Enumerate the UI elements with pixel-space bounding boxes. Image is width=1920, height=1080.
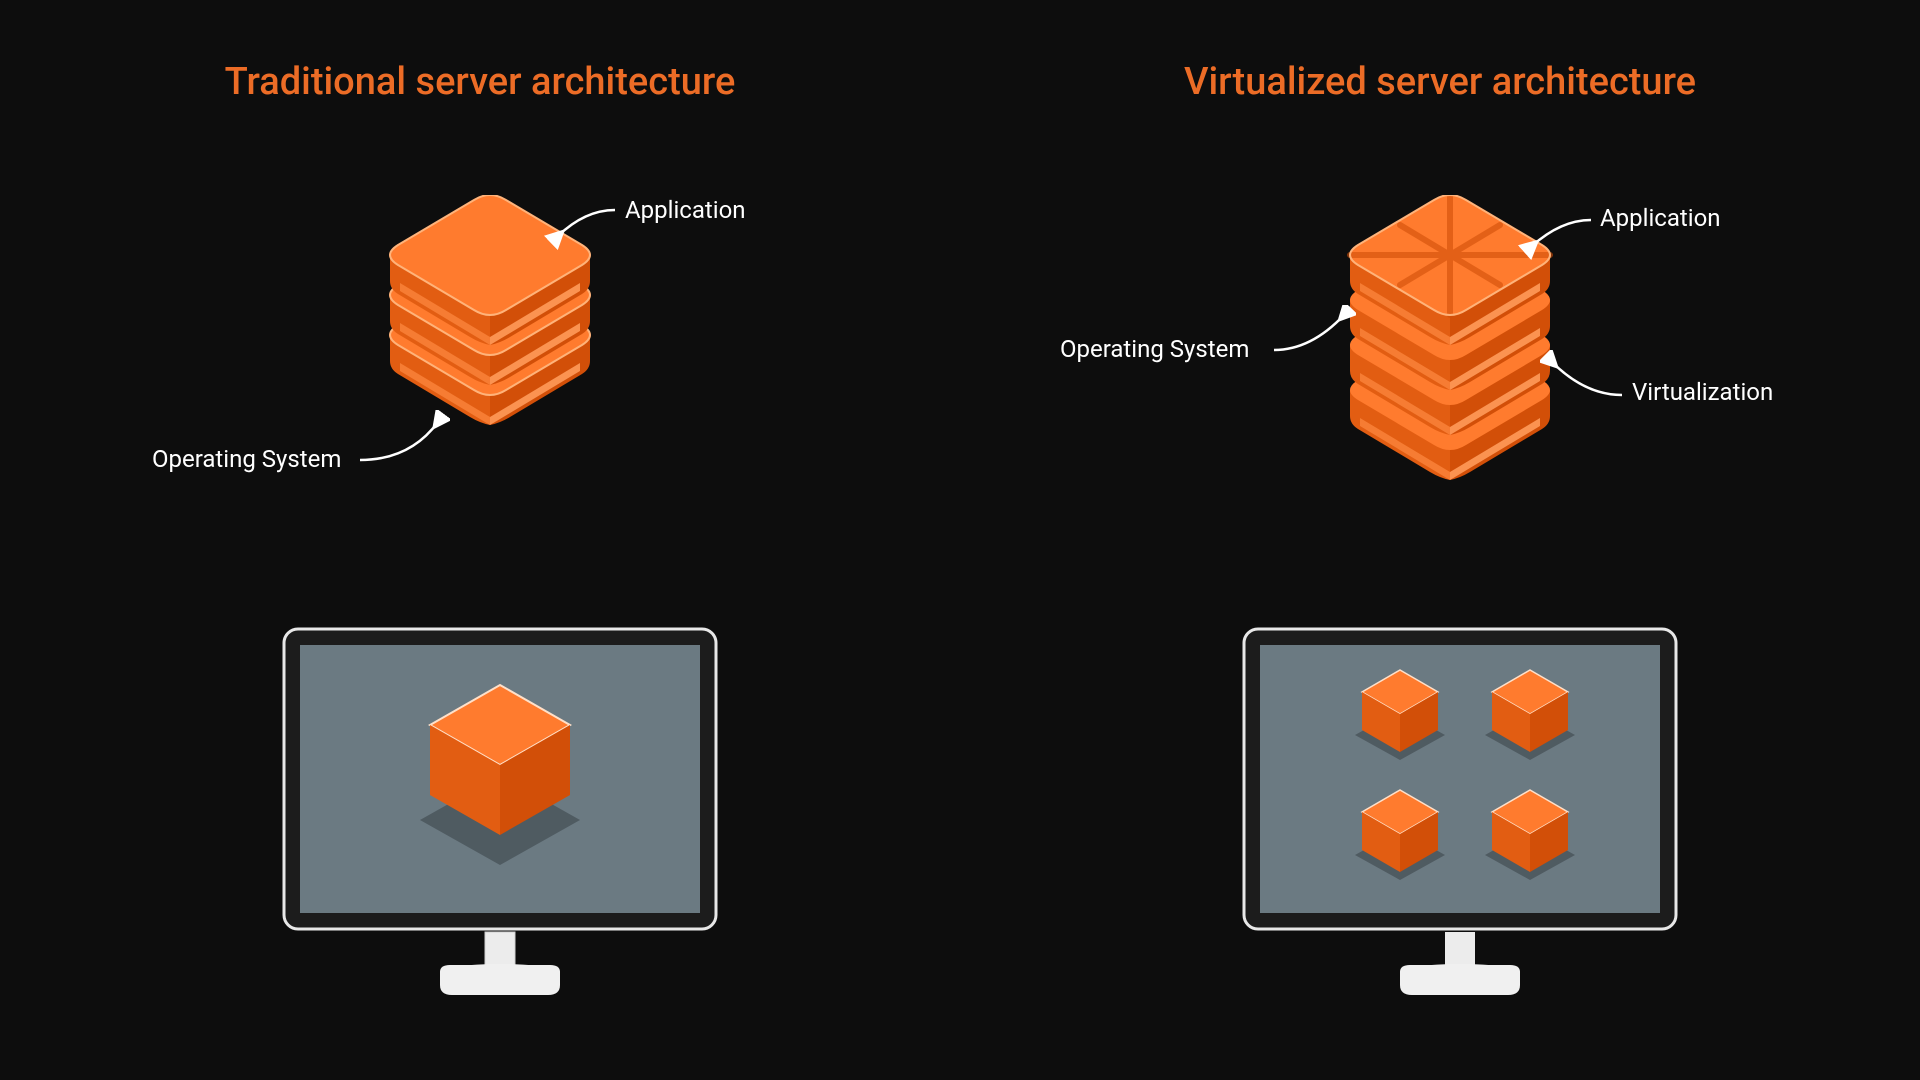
- arrow-application-icon: [540, 200, 620, 250]
- virtualized-monitor-icon: [1240, 625, 1680, 1005]
- traditional-monitor-icon: [280, 625, 720, 1005]
- traditional-column: Traditional server architecture: [0, 0, 960, 1080]
- virtualized-title: Virtualized server architecture: [960, 60, 1920, 104]
- virtualized-virt-label: Virtualization: [1632, 378, 1773, 406]
- traditional-application-label: Application: [625, 196, 746, 224]
- virtualized-column: Virtualized server architecture: [960, 0, 1920, 1080]
- arrow-virt-icon: [1540, 350, 1630, 410]
- arrow-app-right-icon: [1516, 210, 1596, 260]
- arrow-os-right-icon: [1266, 305, 1356, 365]
- traditional-title: Traditional server architecture: [0, 60, 960, 104]
- virtualized-os-label: Operating System: [1060, 335, 1249, 363]
- traditional-os-label: Operating System: [152, 445, 341, 473]
- arrow-os-icon: [350, 410, 450, 470]
- diagram-container: Traditional server architecture: [0, 0, 1920, 1080]
- virtualized-application-label: Application: [1600, 204, 1721, 232]
